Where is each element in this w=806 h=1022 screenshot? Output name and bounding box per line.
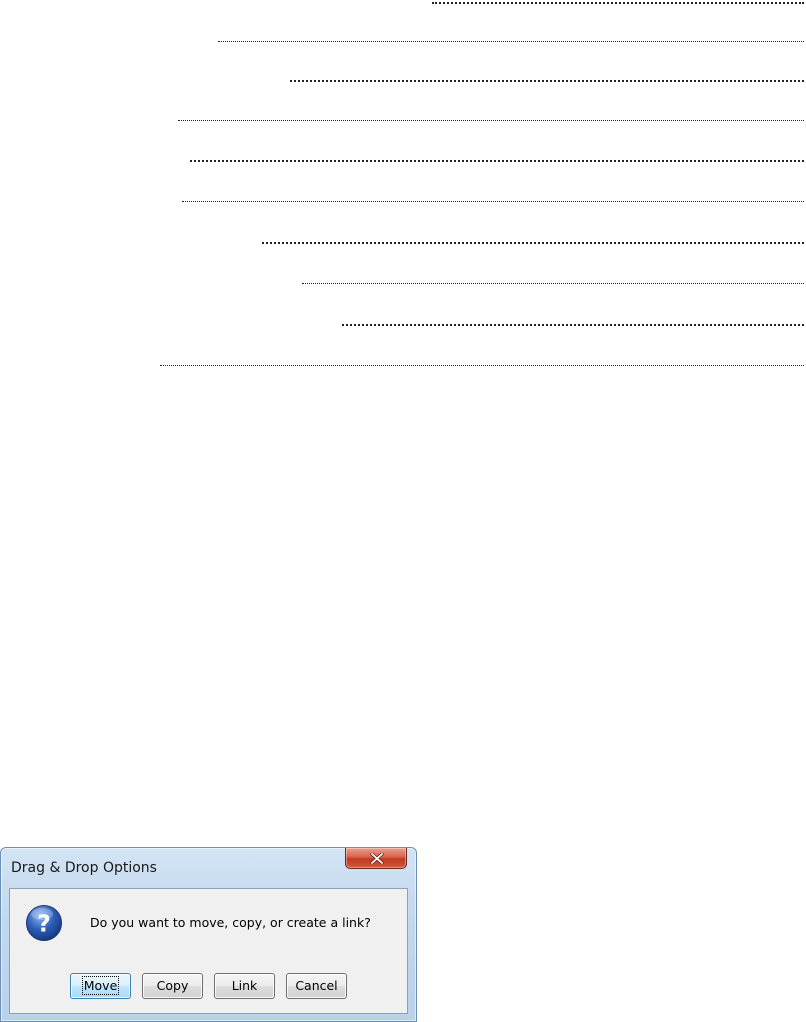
dotted-leader-line (182, 201, 804, 202)
dotted-leader-line (160, 365, 804, 366)
dialog-content: ? Do you want to move, copy, or create a… (9, 888, 408, 1014)
dotted-leader-line (432, 2, 804, 4)
dotted-leader-line (302, 283, 804, 284)
dotted-leader-line (262, 242, 804, 244)
dotted-leader-line (190, 160, 804, 162)
drag-drop-options-dialog: Drag & Drop Options ? Do you want to mov… (0, 847, 417, 1022)
copy-button-label: Copy (156, 978, 189, 993)
dotted-leader-line (218, 41, 804, 42)
svg-text:?: ? (37, 912, 50, 938)
cancel-button-label: Cancel (295, 978, 338, 993)
copy-button[interactable]: Copy (142, 973, 203, 999)
move-button-label: Move (81, 976, 120, 995)
move-button[interactable]: Move (70, 973, 131, 999)
dotted-leader-line (342, 324, 804, 326)
close-x-icon (370, 853, 384, 864)
dialog-title: Drag & Drop Options (11, 860, 157, 876)
dotted-leader-line (290, 80, 804, 82)
link-button[interactable]: Link (214, 973, 275, 999)
close-button[interactable] (345, 848, 407, 869)
dialog-message: Do you want to move, copy, or create a l… (90, 915, 371, 930)
cancel-button[interactable]: Cancel (286, 973, 347, 999)
question-mark-icon: ? (26, 905, 62, 941)
link-button-label: Link (231, 978, 258, 993)
dotted-leader-line (178, 120, 804, 121)
